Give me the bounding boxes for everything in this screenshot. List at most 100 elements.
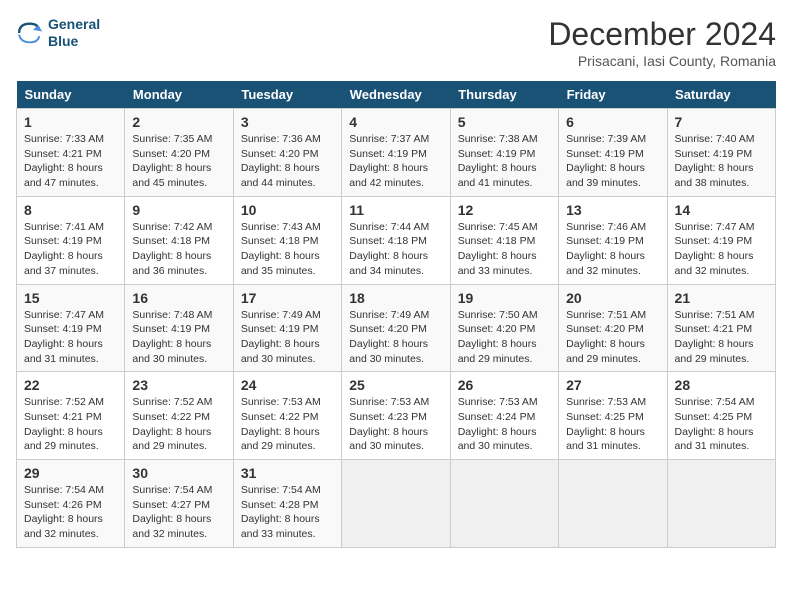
weekday-tuesday: Tuesday <box>233 81 341 109</box>
weekday-saturday: Saturday <box>667 81 775 109</box>
day-number: 24 <box>241 377 334 393</box>
day-number: 4 <box>349 114 442 130</box>
calendar-cell: 30 Sunrise: 7:54 AM Sunset: 4:27 PM Dayli… <box>125 460 233 548</box>
logo: General Blue <box>16 16 100 50</box>
calendar-table: SundayMondayTuesdayWednesdayThursdayFrid… <box>16 81 776 548</box>
calendar-week-row: 8Sunrise: 7:41 AM Sunset: 4:19 PM Daylig… <box>17 196 776 284</box>
day-number: 15 <box>24 290 117 306</box>
calendar-cell: 14 Sunrise: 7:47 AM Sunset: 4:19 PM Dayli… <box>667 196 775 284</box>
day-info: Sunrise: 7:51 AM Sunset: 4:21 PM Dayligh… <box>675 308 768 367</box>
calendar-cell: 27 Sunrise: 7:53 AM Sunset: 4:25 PM Dayli… <box>559 372 667 460</box>
calendar-cell: 4 Sunrise: 7:37 AM Sunset: 4:19 PM Daylig… <box>342 109 450 197</box>
day-number: 31 <box>241 465 334 481</box>
calendar-cell <box>667 460 775 548</box>
weekday-header-row: SundayMondayTuesdayWednesdayThursdayFrid… <box>17 81 776 109</box>
day-info: Sunrise: 7:50 AM Sunset: 4:20 PM Dayligh… <box>458 308 551 367</box>
day-info: Sunrise: 7:42 AM Sunset: 4:18 PM Dayligh… <box>132 220 225 279</box>
calendar-cell: 28Sunrise: 7:54 AM Sunset: 4:25 PM Dayli… <box>667 372 775 460</box>
day-info: Sunrise: 7:39 AM Sunset: 4:19 PM Dayligh… <box>566 132 659 191</box>
day-number: 1 <box>24 114 117 130</box>
day-number: 12 <box>458 202 551 218</box>
calendar-cell: 20Sunrise: 7:51 AM Sunset: 4:20 PM Dayli… <box>559 284 667 372</box>
calendar-cell: 1Sunrise: 7:33 AM Sunset: 4:21 PM Daylig… <box>17 109 125 197</box>
day-info: Sunrise: 7:53 AM Sunset: 4:23 PM Dayligh… <box>349 395 442 454</box>
day-info: Sunrise: 7:53 AM Sunset: 4:22 PM Dayligh… <box>241 395 334 454</box>
calendar-cell: 26Sunrise: 7:53 AM Sunset: 4:24 PM Dayli… <box>450 372 558 460</box>
logo-line1: General <box>48 16 100 32</box>
day-info: Sunrise: 7:47 AM Sunset: 4:19 PM Dayligh… <box>24 308 117 367</box>
day-number: 5 <box>458 114 551 130</box>
day-info: Sunrise: 7:52 AM Sunset: 4:21 PM Dayligh… <box>24 395 117 454</box>
day-info: Sunrise: 7:54 AM Sunset: 4:28 PM Dayligh… <box>241 483 334 542</box>
calendar-cell: 2Sunrise: 7:35 AM Sunset: 4:20 PM Daylig… <box>125 109 233 197</box>
calendar-cell <box>450 460 558 548</box>
day-info: Sunrise: 7:35 AM Sunset: 4:20 PM Dayligh… <box>132 132 225 191</box>
day-info: Sunrise: 7:41 AM Sunset: 4:19 PM Dayligh… <box>24 220 117 279</box>
day-info: Sunrise: 7:43 AM Sunset: 4:18 PM Dayligh… <box>241 220 334 279</box>
calendar-cell: 24 Sunrise: 7:53 AM Sunset: 4:22 PM Dayli… <box>233 372 341 460</box>
calendar-cell: 18 Sunrise: 7:49 AM Sunset: 4:20 PM Dayli… <box>342 284 450 372</box>
calendar-cell: 15 Sunrise: 7:47 AM Sunset: 4:19 PM Dayli… <box>17 284 125 372</box>
day-info: Sunrise: 7:53 AM Sunset: 4:25 PM Dayligh… <box>566 395 659 454</box>
day-info: Sunrise: 7:46 AM Sunset: 4:19 PM Dayligh… <box>566 220 659 279</box>
day-number: 9 <box>132 202 225 218</box>
calendar-cell: 25 Sunrise: 7:53 AM Sunset: 4:23 PM Dayli… <box>342 372 450 460</box>
calendar-cell: 13 Sunrise: 7:46 AM Sunset: 4:19 PM Dayli… <box>559 196 667 284</box>
day-number: 14 <box>675 202 768 218</box>
day-number: 16 <box>132 290 225 306</box>
day-number: 13 <box>566 202 659 218</box>
calendar-cell: 7Sunrise: 7:40 AM Sunset: 4:19 PM Daylig… <box>667 109 775 197</box>
calendar-cell: 16 Sunrise: 7:48 AM Sunset: 4:19 PM Dayli… <box>125 284 233 372</box>
calendar-cell: 8Sunrise: 7:41 AM Sunset: 4:19 PM Daylig… <box>17 196 125 284</box>
day-info: Sunrise: 7:44 AM Sunset: 4:18 PM Dayligh… <box>349 220 442 279</box>
day-info: Sunrise: 7:54 AM Sunset: 4:25 PM Dayligh… <box>675 395 768 454</box>
logo-icon <box>16 19 44 47</box>
day-number: 3 <box>241 114 334 130</box>
day-info: Sunrise: 7:54 AM Sunset: 4:26 PM Dayligh… <box>24 483 117 542</box>
calendar-cell: 10Sunrise: 7:43 AM Sunset: 4:18 PM Dayli… <box>233 196 341 284</box>
page-header: General Blue December 2024 Prisacani, Ia… <box>16 16 776 69</box>
day-info: Sunrise: 7:54 AM Sunset: 4:27 PM Dayligh… <box>132 483 225 542</box>
logo-text: General Blue <box>48 16 100 50</box>
weekday-sunday: Sunday <box>17 81 125 109</box>
day-info: Sunrise: 7:49 AM Sunset: 4:19 PM Dayligh… <box>241 308 334 367</box>
day-number: 21 <box>675 290 768 306</box>
day-info: Sunrise: 7:45 AM Sunset: 4:18 PM Dayligh… <box>458 220 551 279</box>
calendar-cell: 21 Sunrise: 7:51 AM Sunset: 4:21 PM Dayli… <box>667 284 775 372</box>
weekday-friday: Friday <box>559 81 667 109</box>
day-number: 27 <box>566 377 659 393</box>
day-number: 20 <box>566 290 659 306</box>
calendar-cell: 6 Sunrise: 7:39 AM Sunset: 4:19 PM Daylig… <box>559 109 667 197</box>
calendar-cell <box>342 460 450 548</box>
calendar-cell <box>559 460 667 548</box>
weekday-monday: Monday <box>125 81 233 109</box>
day-number: 30 <box>132 465 225 481</box>
day-number: 25 <box>349 377 442 393</box>
day-info: Sunrise: 7:48 AM Sunset: 4:19 PM Dayligh… <box>132 308 225 367</box>
calendar-cell: 23Sunrise: 7:52 AM Sunset: 4:22 PM Dayli… <box>125 372 233 460</box>
calendar-cell: 31 Sunrise: 7:54 AM Sunset: 4:28 PM Dayli… <box>233 460 341 548</box>
calendar-week-row: 1Sunrise: 7:33 AM Sunset: 4:21 PM Daylig… <box>17 109 776 197</box>
calendar-cell: 17Sunrise: 7:49 AM Sunset: 4:19 PM Dayli… <box>233 284 341 372</box>
day-info: Sunrise: 7:38 AM Sunset: 4:19 PM Dayligh… <box>458 132 551 191</box>
day-info: Sunrise: 7:53 AM Sunset: 4:24 PM Dayligh… <box>458 395 551 454</box>
calendar-week-row: 15 Sunrise: 7:47 AM Sunset: 4:19 PM Dayli… <box>17 284 776 372</box>
day-number: 6 <box>566 114 659 130</box>
calendar-cell: 9 Sunrise: 7:42 AM Sunset: 4:18 PM Daylig… <box>125 196 233 284</box>
calendar-cell: 29Sunrise: 7:54 AM Sunset: 4:26 PM Dayli… <box>17 460 125 548</box>
logo-line2: Blue <box>48 33 78 49</box>
day-number: 22 <box>24 377 117 393</box>
calendar-week-row: 22 Sunrise: 7:52 AM Sunset: 4:21 PM Dayli… <box>17 372 776 460</box>
calendar-cell: 3Sunrise: 7:36 AM Sunset: 4:20 PM Daylig… <box>233 109 341 197</box>
weekday-thursday: Thursday <box>450 81 558 109</box>
calendar-cell: 12 Sunrise: 7:45 AM Sunset: 4:18 PM Dayli… <box>450 196 558 284</box>
title-block: December 2024 Prisacani, Iasi County, Ro… <box>548 16 776 69</box>
day-number: 18 <box>349 290 442 306</box>
day-info: Sunrise: 7:47 AM Sunset: 4:19 PM Dayligh… <box>675 220 768 279</box>
day-info: Sunrise: 7:40 AM Sunset: 4:19 PM Dayligh… <box>675 132 768 191</box>
day-info: Sunrise: 7:52 AM Sunset: 4:22 PM Dayligh… <box>132 395 225 454</box>
weekday-wednesday: Wednesday <box>342 81 450 109</box>
day-info: Sunrise: 7:37 AM Sunset: 4:19 PM Dayligh… <box>349 132 442 191</box>
month-title: December 2024 <box>548 16 776 53</box>
day-info: Sunrise: 7:49 AM Sunset: 4:20 PM Dayligh… <box>349 308 442 367</box>
